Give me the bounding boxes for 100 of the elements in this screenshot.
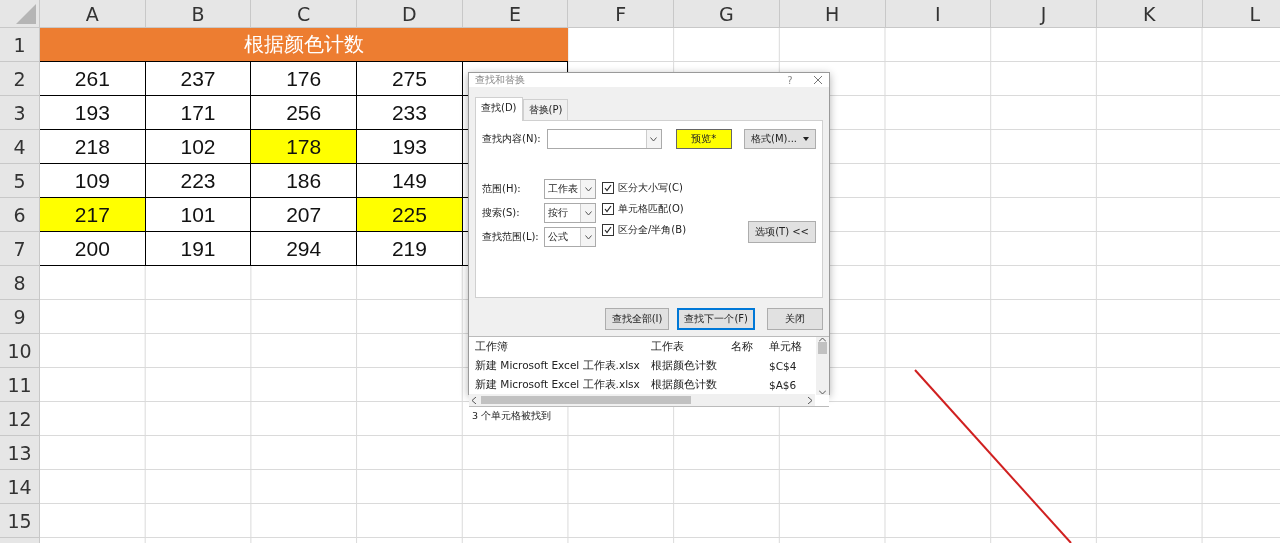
column-header[interactable]: I xyxy=(885,0,992,28)
result-cell[interactable]: 新建 Microsoft Excel 工作表.xlsx xyxy=(475,358,651,373)
find-field[interactable] xyxy=(546,129,662,149)
format-button[interactable]: 格式(M)... xyxy=(744,129,816,149)
result-cell[interactable]: $A$6 xyxy=(769,378,807,391)
table-cell: 237 xyxy=(145,62,252,96)
tab[interactable]: 查找(D) xyxy=(475,97,523,121)
column-header[interactable]: A xyxy=(40,0,146,28)
scrollbar-thumb[interactable] xyxy=(481,396,691,404)
column-header[interactable]: F xyxy=(568,0,675,28)
caret-icon xyxy=(584,210,592,216)
caret-icon xyxy=(584,186,592,192)
column-header[interactable]: L xyxy=(1202,0,1280,28)
select-all-icon[interactable] xyxy=(16,4,36,24)
table-cell: 256 xyxy=(251,96,358,130)
row-header[interactable]: 13 xyxy=(0,436,40,470)
option-select[interactable]: 公式 xyxy=(544,227,596,247)
option-label: 范围(H): xyxy=(482,182,522,196)
checkbox-label: 区分全/半角(B) xyxy=(618,223,687,237)
result-cell[interactable]: 根据颜色计数 xyxy=(651,358,731,373)
column-header[interactable]: G xyxy=(674,0,780,28)
table-cell: 207 xyxy=(251,198,358,232)
table-cell: 191 xyxy=(145,232,252,266)
result-cell[interactable]: 新建 Microsoft Excel 工作表.xlsx xyxy=(475,377,651,392)
column-heading[interactable]: 单元格 xyxy=(769,339,807,354)
scroll-down-icon[interactable] xyxy=(819,390,826,395)
column-heading[interactable]: 工作簿 xyxy=(475,339,651,354)
column-header[interactable]: H xyxy=(779,0,886,28)
caret-icon xyxy=(650,136,658,142)
checkbox[interactable] xyxy=(602,224,614,236)
tab[interactable]: 替换(P) xyxy=(522,99,569,121)
row-header[interactable]: 4 xyxy=(0,130,40,164)
row-header[interactable]: 7 xyxy=(0,232,40,266)
table-cell: 193 xyxy=(40,96,146,130)
dialog-button[interactable]: 查找下一个(F) xyxy=(677,308,755,330)
table-cell: 275 xyxy=(357,62,463,96)
column-header[interactable]: J xyxy=(991,0,1097,28)
row-header[interactable]: 10 xyxy=(0,334,40,368)
row-header[interactable]: 14 xyxy=(0,470,40,504)
scroll-left-icon[interactable] xyxy=(472,396,477,404)
horizontal-scrollbar[interactable] xyxy=(469,394,815,406)
column-header[interactable]: D xyxy=(357,0,463,28)
row-header[interactable]: 9 xyxy=(0,300,40,334)
column-header[interactable]: E xyxy=(462,0,569,28)
checkbox[interactable] xyxy=(602,182,614,194)
table-cell: 171 xyxy=(145,96,252,130)
table-cell: 101 xyxy=(145,198,252,232)
table-cell: 218 xyxy=(40,130,146,164)
table-cell: 294 xyxy=(251,232,358,266)
table-cell: 178 xyxy=(251,130,358,164)
options-button[interactable]: 选项(T) << xyxy=(748,221,816,243)
row-header[interactable]: 15 xyxy=(0,504,40,538)
caret-icon xyxy=(803,137,809,141)
row-header[interactable]: 6 xyxy=(0,198,40,232)
vertical-scrollbar[interactable] xyxy=(816,337,829,395)
result-cell[interactable]: $C$4 xyxy=(769,359,807,372)
row-header[interactable]: 12 xyxy=(0,402,40,436)
title-cell: 根据颜色计数 xyxy=(40,28,569,62)
table-cell: 109 xyxy=(40,164,146,198)
table-cell: 219 xyxy=(357,232,463,266)
row-header[interactable]: 3 xyxy=(0,96,40,130)
dialog-button[interactable]: 关闭 xyxy=(767,308,823,330)
help-button[interactable]: ? xyxy=(775,74,805,86)
scrollbar-thumb[interactable] xyxy=(818,342,827,354)
table-cell: 223 xyxy=(145,164,252,198)
close-icon[interactable] xyxy=(813,75,823,85)
column-heading[interactable]: 名称 xyxy=(731,339,769,354)
row-header[interactable]: 8 xyxy=(0,266,40,300)
table-cell: 176 xyxy=(251,62,358,96)
column-heading[interactable]: 工作表 xyxy=(651,339,731,354)
option-select[interactable]: 按行 xyxy=(544,203,596,223)
row-header[interactable]: 5 xyxy=(0,164,40,198)
caret-icon xyxy=(584,234,592,240)
column-header[interactable]: C xyxy=(251,0,358,28)
row-header[interactable]: 2 xyxy=(0,62,40,96)
table-cell: 217 xyxy=(40,198,146,232)
table-cell: 225 xyxy=(357,198,463,232)
table-cell: 102 xyxy=(145,130,252,164)
row-header[interactable]: 11 xyxy=(0,368,40,402)
table-cell: 149 xyxy=(357,164,463,198)
scroll-right-icon[interactable] xyxy=(807,396,812,404)
column-header[interactable]: K xyxy=(1096,0,1203,28)
table-cell: 200 xyxy=(40,232,146,266)
checkbox-label: 单元格匹配(O) xyxy=(618,202,684,216)
option-label: 查找范围(L): xyxy=(482,230,538,244)
scroll-up-icon[interactable] xyxy=(819,337,826,342)
column-header[interactable]: B xyxy=(145,0,252,28)
table-cell: 233 xyxy=(357,96,463,130)
checkbox[interactable] xyxy=(602,203,614,215)
option-select[interactable]: 工作表 xyxy=(544,179,596,199)
status-text: 3 个单元格被找到 xyxy=(471,409,553,423)
result-cell[interactable]: 根据颜色计数 xyxy=(651,377,731,392)
row-header[interactable]: 1 xyxy=(0,28,40,62)
option-label: 搜索(S): xyxy=(482,206,521,220)
dialog-title: 查找和替换 xyxy=(475,73,526,87)
find-label: 查找内容(N): xyxy=(482,132,541,146)
table-cell: 186 xyxy=(251,164,358,198)
table-cell: 193 xyxy=(357,130,463,164)
dialog-button[interactable]: 查找全部(I) xyxy=(604,308,670,330)
format-preview: 预览* xyxy=(675,129,733,149)
